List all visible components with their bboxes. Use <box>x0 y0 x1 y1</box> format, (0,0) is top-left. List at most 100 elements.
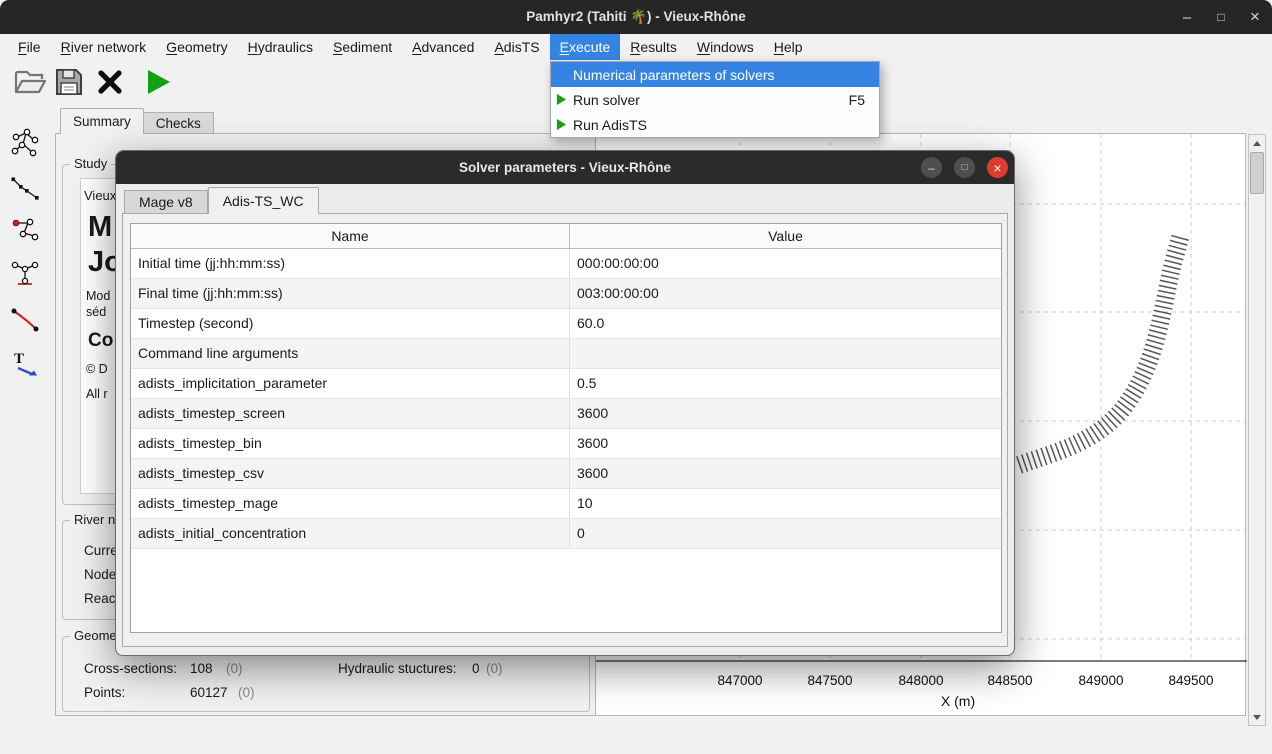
param-row[interactable]: adists_timestep_csv3600 <box>131 459 1001 489</box>
x-axis-tick-label: 849500 <box>1168 673 1213 688</box>
param-value-cell[interactable]: 3600 <box>569 399 1001 428</box>
study-name-text: Vieux <box>84 188 116 203</box>
menubar-item-hydraulics[interactable]: Hydraulics <box>238 34 323 60</box>
param-row[interactable]: Initial time (jj:hh:mm:ss)000:00:00:00 <box>131 249 1001 279</box>
points-suffix: (0) <box>238 685 255 700</box>
dialog-minimize-button[interactable]: – <box>921 157 942 178</box>
geometry-group-label: Geome <box>70 628 121 643</box>
maximize-icon: □ <box>961 163 967 173</box>
param-value-cell[interactable]: 60.0 <box>569 309 1001 338</box>
translate-tool[interactable]: T <box>7 346 43 380</box>
dialog-close-button[interactable]: × <box>987 157 1008 178</box>
param-row[interactable]: adists_timestep_screen3600 <box>131 399 1001 429</box>
study-desc-line2: séd <box>86 305 106 319</box>
column-header-name[interactable]: Name <box>131 224 569 248</box>
close-study-button[interactable] <box>91 62 129 102</box>
table-body: Initial time (jj:hh:mm:ss)000:00:00:00Fi… <box>131 249 1001 632</box>
solver-parameters-dialog: Solver parameters - Vieux-Rhône – □ × Ma… <box>115 150 1015 656</box>
param-value-cell[interactable]: 0.5 <box>569 369 1001 398</box>
open-button[interactable] <box>11 62 49 102</box>
param-name-cell[interactable]: Command line arguments <box>131 339 569 368</box>
tab-checks[interactable]: Checks <box>144 112 214 134</box>
menubar-item-results[interactable]: Results <box>620 34 687 60</box>
scrollbar-thumb[interactable] <box>1250 152 1264 194</box>
close-icon[interactable]: × <box>1238 0 1272 34</box>
dialog-tab-mage-v8[interactable]: Mage v8 <box>124 190 208 214</box>
param-row[interactable]: adists_timestep_bin3600 <box>131 429 1001 459</box>
menu-item-run-solver[interactable]: Run solver F5 <box>551 87 879 112</box>
param-row[interactable]: adists_implicitation_parameter0.5 <box>131 369 1001 399</box>
param-value-cell[interactable]: 10 <box>569 489 1001 518</box>
menu-item-label: Run AdisTS <box>573 117 853 133</box>
param-row[interactable]: adists_timestep_mage10 <box>131 489 1001 519</box>
menubar-item-sediment[interactable]: Sediment <box>323 34 402 60</box>
param-value-cell[interactable]: 0 <box>569 519 1001 548</box>
menubar-item-geometry[interactable]: Geometry <box>156 34 237 60</box>
profile-tool[interactable] <box>7 172 43 206</box>
maximize-icon[interactable]: □ <box>1204 0 1238 34</box>
run-icon <box>144 68 172 96</box>
param-name-cell[interactable]: adists_implicitation_parameter <box>131 369 569 398</box>
menubar-item-execute[interactable]: Execute <box>550 34 621 60</box>
river-row-current: Curre <box>84 543 118 558</box>
column-header-value[interactable]: Value <box>569 224 1001 248</box>
scroll-up-icon[interactable] <box>1249 135 1265 151</box>
menu-item-run-adists[interactable]: Run AdisTS <box>551 112 879 137</box>
cross-sections-label: Cross-sections: <box>84 661 177 676</box>
structures-suffix: (0) <box>486 661 503 676</box>
menubar-item-windows[interactable]: Windows <box>687 34 764 60</box>
menubar-item-adists[interactable]: AdisTS <box>484 34 549 60</box>
param-value-cell[interactable]: 3600 <box>569 429 1001 458</box>
menu-item-numerical-parameters-of-solvers[interactable]: Numerical parameters of solvers <box>551 62 879 87</box>
param-row[interactable]: Command line arguments <box>131 339 1001 369</box>
param-value-cell[interactable]: 003:00:00:00 <box>569 279 1001 308</box>
open-folder-icon <box>13 67 47 97</box>
points-label: Points: <box>84 685 125 700</box>
river-network-tool[interactable] <box>7 126 43 160</box>
rights-text: All r <box>86 387 108 401</box>
param-row[interactable]: adists_initial_concentration0 <box>131 519 1001 549</box>
run-solver-button[interactable] <box>139 62 177 102</box>
river-group-label: River n <box>70 512 119 527</box>
slope-tool-icon <box>10 305 40 335</box>
param-row[interactable]: Final time (jj:hh:mm:ss)003:00:00:00 <box>131 279 1001 309</box>
menubar-item-river-network[interactable]: River network <box>51 34 157 60</box>
slope-tool[interactable] <box>7 303 43 337</box>
param-value-cell[interactable] <box>569 339 1001 368</box>
study-subheading: Co <box>88 330 113 352</box>
dialog-maximize-button[interactable]: □ <box>954 157 975 178</box>
x-axis-tick-label: 849000 <box>1078 673 1123 688</box>
dialog-title: Solver parameters - Vieux-Rhône <box>459 160 671 175</box>
dialog-tab-bar: Mage v8 Adis-TS_WC <box>124 187 319 214</box>
menubar-item-help[interactable]: Help <box>764 34 813 60</box>
param-name-cell[interactable]: adists_timestep_mage <box>131 489 569 518</box>
minimize-icon: – <box>928 162 935 174</box>
param-name-cell[interactable]: adists_initial_concentration <box>131 519 569 548</box>
param-name-cell[interactable]: adists_timestep_bin <box>131 429 569 458</box>
river-network-tool-icon <box>10 128 40 158</box>
nodes-tool[interactable] <box>7 214 43 248</box>
save-button[interactable] <box>50 62 88 102</box>
reach-tool[interactable] <box>7 257 43 291</box>
menu-item-shortcut: F5 <box>849 92 865 108</box>
minimize-icon[interactable]: – <box>1170 0 1204 34</box>
scroll-down-icon[interactable] <box>1249 709 1265 725</box>
menu-item-label: Run solver <box>573 92 837 108</box>
param-name-cell[interactable]: Initial time (jj:hh:mm:ss) <box>131 249 569 278</box>
study-group-label: Study <box>70 156 111 171</box>
param-name-cell[interactable]: adists_timestep_csv <box>131 459 569 488</box>
param-name-cell[interactable]: Timestep (second) <box>131 309 569 338</box>
menubar-item-advanced[interactable]: Advanced <box>402 34 484 60</box>
param-name-cell[interactable]: adists_timestep_screen <box>131 399 569 428</box>
param-row[interactable]: Timestep (second)60.0 <box>131 309 1001 339</box>
param-name-cell[interactable]: Final time (jj:hh:mm:ss) <box>131 279 569 308</box>
param-value-cell[interactable]: 3600 <box>569 459 1001 488</box>
menubar-item-file[interactable]: File <box>8 34 51 60</box>
table-header-row: Name Value <box>131 224 1001 249</box>
param-value-cell[interactable]: 000:00:00:00 <box>569 249 1001 278</box>
dialog-tab-adis-ts-wc[interactable]: Adis-TS_WC <box>208 187 319 214</box>
close-study-icon <box>95 67 125 97</box>
tab-summary[interactable]: Summary <box>60 108 144 134</box>
vertical-scrollbar[interactable] <box>1248 134 1266 726</box>
cross-sections-suffix: (0) <box>226 661 243 676</box>
